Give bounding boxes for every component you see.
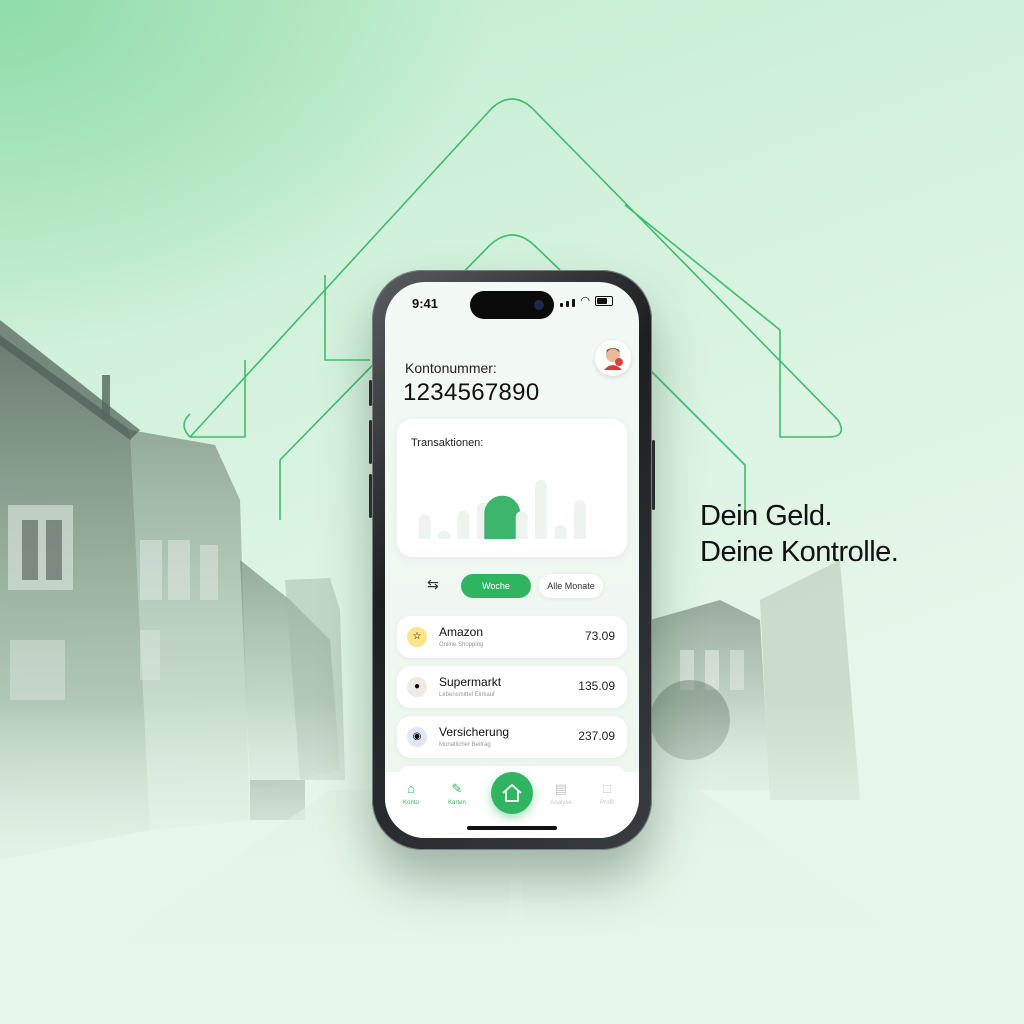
avatar-image [604,348,623,370]
nav-label: Konto [403,800,419,806]
transaction-name: Versicherung [439,725,510,739]
transaction-amount: 73.09 [584,629,615,643]
nav-label: Karten [448,800,466,806]
transaction-amount: 135.09 [578,679,615,693]
chart-bar [457,511,470,539]
dynamic-island [470,291,554,319]
tagline-line-2: Deine Kontrolle. [700,536,899,568]
transaction-name: Supermarkt [439,675,502,689]
chart-bar [515,511,528,539]
house-icon [502,784,522,802]
nav-label: Analyse [550,800,572,806]
chart-bar [438,530,451,539]
nav-profil[interactable]: □ Profil [587,781,627,807]
account-number-value: 1234567890 [403,379,540,406]
chart-icon: ▤ [554,781,568,796]
transaction-row[interactable]: ● Supermarkt Lebensmittel Einkauf 135.09 [397,666,627,708]
phone-volume-down [369,474,372,518]
phone-volume-up [369,420,372,464]
bar-chart [418,479,586,539]
nav-label: Profil [600,800,614,806]
transaction-row[interactable]: ☆ Amazon Online Shopping 73.09 [397,616,627,658]
transaction-subtitle: Online Shopping [439,642,484,648]
filter-week-button[interactable]: Woche [461,574,531,598]
filter-all-months-button[interactable]: Alle Monate [539,574,603,598]
transaction-amount: 237.09 [578,729,615,743]
swap-arrows-icon[interactable]: ⇆ [427,576,439,593]
nav-konto[interactable]: ⌂ Konto [391,781,431,807]
chart-bar [535,479,548,539]
tagline-line-1: Dein Geld. [700,500,833,532]
wifi-icon: ◠ [580,295,590,307]
home-indicator [467,826,557,830]
edit-icon: ✎ [451,781,463,796]
status-time: 9:41 [412,296,439,311]
camera-icon [534,300,544,310]
transaction-subtitle: Monatlicher Beitrag [439,742,491,748]
phone-side-button [369,380,372,406]
chart-bar [418,514,431,539]
chart-bar [554,525,567,539]
nav-karten[interactable]: ✎ Karten [437,781,477,807]
promo-scene: Dein Geld. Deine Kontrolle. 9:41 ◠ Konto… [0,0,1024,1024]
phone-screen: 9:41 ◠ Kontonummer: 1234567890 Transakti… [385,282,639,838]
home-outline-icon: ⌂ [407,781,415,796]
transaction-row[interactable]: ◉ Versicherung Monatlicher Beitrag 237.0… [397,716,627,758]
tagline: Dein Geld. Deine Kontrolle. [700,498,899,570]
grocery-icon: ● [407,677,427,697]
document-icon: □ [603,781,611,796]
transaction-subtitle: Lebensmittel Einkauf [439,692,495,698]
battery-icon [595,296,613,306]
phone-mockup: 9:41 ◠ Kontonummer: 1234567890 Transakti… [369,270,655,850]
phone-power-button [652,440,655,510]
shopping-icon: ☆ [407,627,427,647]
avatar[interactable] [595,340,631,376]
nav-analyse[interactable]: ▤ Analyse [541,781,581,807]
status-icons: ◠ [560,296,613,307]
transaction-name: Amazon [439,625,484,639]
insurance-icon: ◉ [407,727,427,747]
chart-bar [573,500,586,539]
chart-bar-highlighted [484,495,521,539]
home-button[interactable] [491,772,533,814]
account-number-label: Kontonummer: [405,360,497,376]
chart-filters: ⇆ Woche Alle Monate [385,574,639,598]
transaction-list: ☆ Amazon Online Shopping 73.09 ● Superma… [397,616,627,766]
signal-icon [560,303,564,307]
transactions-chart-card[interactable]: Transaktionen: [397,419,627,557]
